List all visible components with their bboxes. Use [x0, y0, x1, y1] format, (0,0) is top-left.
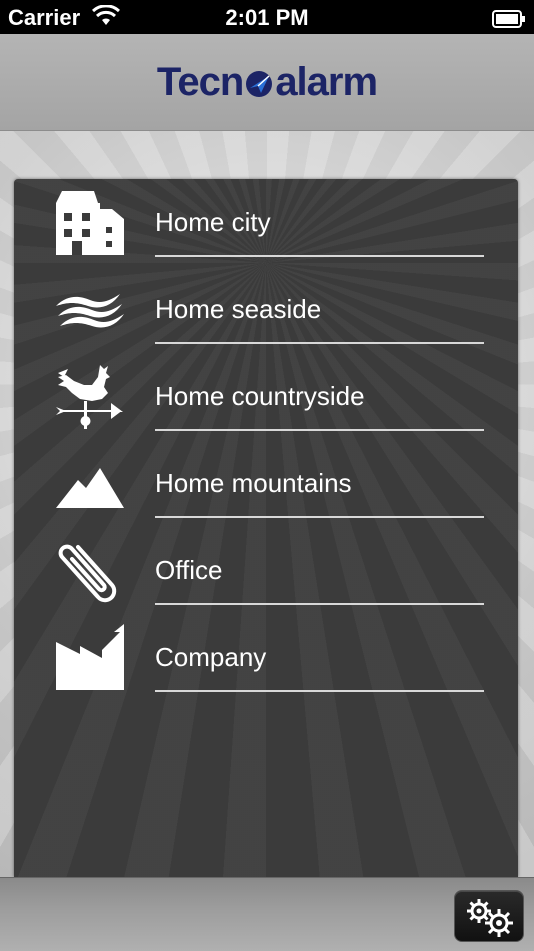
building-icon	[54, 189, 126, 257]
list-item-home-seaside[interactable]: Home seaside	[14, 266, 518, 353]
divider	[155, 255, 484, 257]
status-bar: Carrier 2:01 PM	[0, 0, 534, 34]
divider	[155, 342, 484, 344]
list-item-label: Home mountains	[155, 468, 352, 498]
list-item-label: Home countryside	[155, 381, 365, 411]
bottom-toolbar	[0, 877, 534, 951]
divider	[155, 429, 484, 431]
waves-icon	[54, 276, 126, 344]
list-item-home-mountains[interactable]: Home mountains	[14, 440, 518, 527]
divider	[155, 516, 484, 518]
list-item-label: Company	[155, 642, 267, 672]
location-panel: Home city Home seaside Home countryside …	[14, 179, 518, 877]
location-list: Home city Home seaside Home countryside …	[14, 179, 518, 701]
settings-button[interactable]	[454, 890, 524, 942]
gears-icon	[467, 899, 513, 937]
factory-icon	[54, 624, 126, 692]
list-item-label: Office	[155, 555, 223, 585]
tecnoalarm-logo: Tecn alarm	[0, 60, 534, 109]
clock: 2:01 PM	[225, 5, 309, 30]
logo-text-right: alarm	[275, 60, 378, 104]
list-item-home-city[interactable]: Home city	[14, 179, 518, 266]
list-item-label: Home city	[155, 207, 271, 237]
rooster-weathervane-icon	[54, 363, 126, 431]
divider	[155, 690, 484, 692]
mountains-icon	[54, 450, 126, 518]
logo-text-left: Tecn	[156, 60, 244, 104]
list-item-home-countryside[interactable]: Home countryside	[14, 353, 518, 440]
list-item-office[interactable]: Office	[14, 527, 518, 614]
list-item-company[interactable]: Company	[14, 614, 518, 701]
app-header: Tecn alarm	[0, 34, 534, 131]
logo-arrow-icon	[244, 64, 274, 109]
paperclip-icon	[54, 537, 126, 605]
battery-icon	[492, 8, 526, 34]
list-item-label: Home seaside	[155, 294, 322, 324]
divider	[155, 603, 484, 605]
